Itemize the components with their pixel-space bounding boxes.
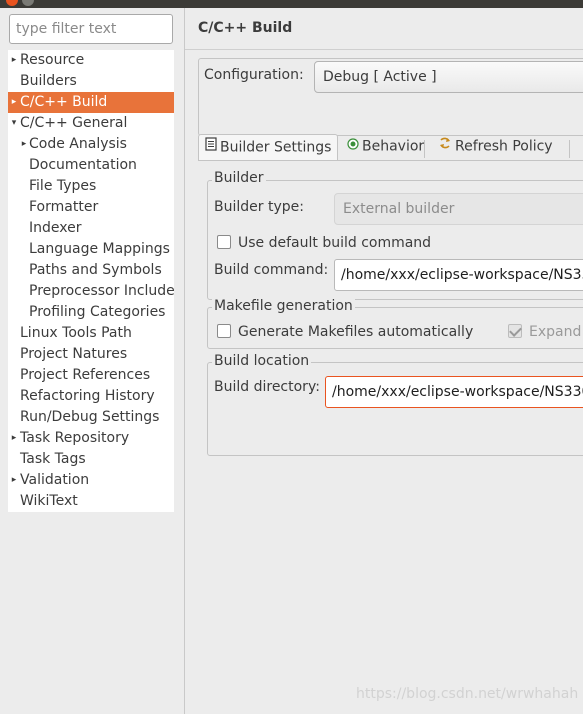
tree-item[interactable]: Paths and Symbols [8,260,174,281]
build-directory-label: Build directory: [214,379,320,395]
tree-item-label: Task Tags [20,451,86,467]
property-page-tree: ▸ Resource Builders ▸ C/C++ Build ▾ C/C++ Gene… [8,50,174,512]
tree-item[interactable]: ▸ Task Repository [8,428,174,449]
window-titlebar [0,0,583,8]
build-command-label: Build command: [214,262,329,278]
tab-refresh-policy[interactable]: Refresh Policy [432,134,559,161]
radio-icon [347,134,359,159]
tree-item[interactable]: Project Natures [8,344,174,365]
tree-item[interactable]: Formatter [8,197,174,218]
tree-item-label: Refactoring History [20,388,155,404]
tab-separator [424,140,425,158]
tree-item[interactable]: ▸ Code Analysis [8,134,174,155]
tree-item[interactable]: ▸ C/C++ Build [8,92,174,113]
makefile-generation-group-title: Makefile generation [212,298,355,314]
use-default-build-command-label: Use default build command [238,235,432,251]
tree-item-label: Task Repository [20,430,130,446]
tree-item-label: Builders [20,73,77,89]
generate-makefiles-checkbox[interactable]: Generate Makefiles automatically [217,322,473,342]
tree-item[interactable]: ▸ Validation [8,470,174,491]
tab-separator [569,140,570,158]
minimize-window-icon[interactable] [22,0,34,6]
collapsed-arrow-icon[interactable]: ▸ [9,470,19,491]
tree-item[interactable]: Indexer [8,218,174,239]
tree-item-label: Validation [20,472,90,488]
tab-label: Behavior [362,138,425,155]
expand-env-vars-checkbox: Expand [508,322,581,342]
tab-bar: Builder Settings Behavior Refresh Policy [198,134,583,161]
configuration-label: Configuration: [204,67,304,83]
tree-item[interactable]: Preprocessor Include [8,281,174,302]
tree-item-label: Documentation [29,157,137,173]
builder-type-select: External builder [334,193,583,225]
checkbox-box[interactable] [217,235,231,249]
tree-item-label: Linux Tools Path [20,325,132,341]
tree-item-label: C/C++ Build [20,94,108,110]
checkbox-box [508,324,522,338]
title-separator [185,49,583,50]
tree-item[interactable]: Builders [8,71,174,92]
tree-item-label: Code Analysis [29,136,127,152]
use-default-build-command-checkbox[interactable]: Use default build command [217,233,431,253]
expanded-arrow-icon[interactable]: ▾ [9,113,19,134]
tree-item-label: File Types [29,178,97,194]
tree-item-label: Preprocessor Include [29,283,174,299]
configuration-select[interactable]: Debug [ Active ] [314,61,583,93]
tree-item[interactable]: WikiText [8,491,174,512]
tree-item-label: C/C++ General [20,115,128,131]
property-page-content: C/C++ Build Configuration: Debug [ Activ… [185,8,583,714]
filter-input[interactable] [9,14,173,44]
tab-label: Refresh Policy [455,138,553,155]
tree-item[interactable]: Project References [8,365,174,386]
generate-makefiles-label: Generate Makefiles automatically [238,324,474,340]
tree-item[interactable]: Language Mappings [8,239,174,260]
tree-item-label: WikiText [20,493,78,509]
tree-item[interactable]: ▾ C/C++ General [8,113,174,134]
tab-builder-settings[interactable]: Builder Settings [198,134,339,161]
preferences-navigation-panel: ▸ResourceBuilders▸C/C++ Build▾C/C++ Gene… [0,8,184,714]
tree-item-label: Indexer [29,220,82,236]
expand-label: Expand [529,324,582,340]
tree-item[interactable]: ▸ Resource [8,50,174,71]
tree-item[interactable]: Profiling Categories [8,302,174,323]
builder-group-title: Builder [212,170,266,186]
builder-type-label: Builder type: [214,199,304,215]
tree-item-label: Formatter [29,199,99,215]
collapsed-arrow-icon[interactable]: ▸ [9,428,19,449]
tree-item[interactable]: Run/Debug Settings [8,407,174,428]
collapsed-arrow-icon[interactable]: ▸ [9,50,19,71]
build-location-group-title: Build location [212,353,312,369]
tree-item-label: Language Mappings [29,241,170,257]
tree-item-label: Project References [20,367,151,383]
collapsed-arrow-icon[interactable]: ▸ [9,92,19,113]
tree-item-label: Project Natures [20,346,128,362]
page-title: C/C++ Build [198,20,293,36]
watermark-text: https://blog.csdn.net/wrwhahah [356,686,579,702]
tree-item-label: Paths and Symbols [29,262,162,278]
tree-item-label: Profiling Categories [29,304,166,320]
tree-item[interactable]: Linux Tools Path [8,323,174,344]
tree-item-label: Resource [20,52,85,68]
build-command-input[interactable]: /home/xxx/eclipse-workspace/NS33 [334,259,583,291]
tree-item[interactable]: Documentation [8,155,174,176]
close-window-icon[interactable] [6,0,18,6]
tree-item-label: Run/Debug Settings [20,409,160,425]
tree-item[interactable]: Task Tags [8,449,174,470]
tab-behavior[interactable]: Behavior [341,134,430,161]
build-directory-input[interactable]: /home/xxx/eclipse-workspace/NS330 [325,376,583,408]
refresh-icon [438,134,452,159]
checkbox-box[interactable] [217,324,231,338]
collapsed-arrow-icon[interactable]: ▸ [19,134,29,155]
tab-label: Builder Settings [220,139,332,156]
document-icon [205,135,217,160]
tree-item[interactable]: File Types [8,176,174,197]
tree-item[interactable]: Refactoring History [8,386,174,407]
